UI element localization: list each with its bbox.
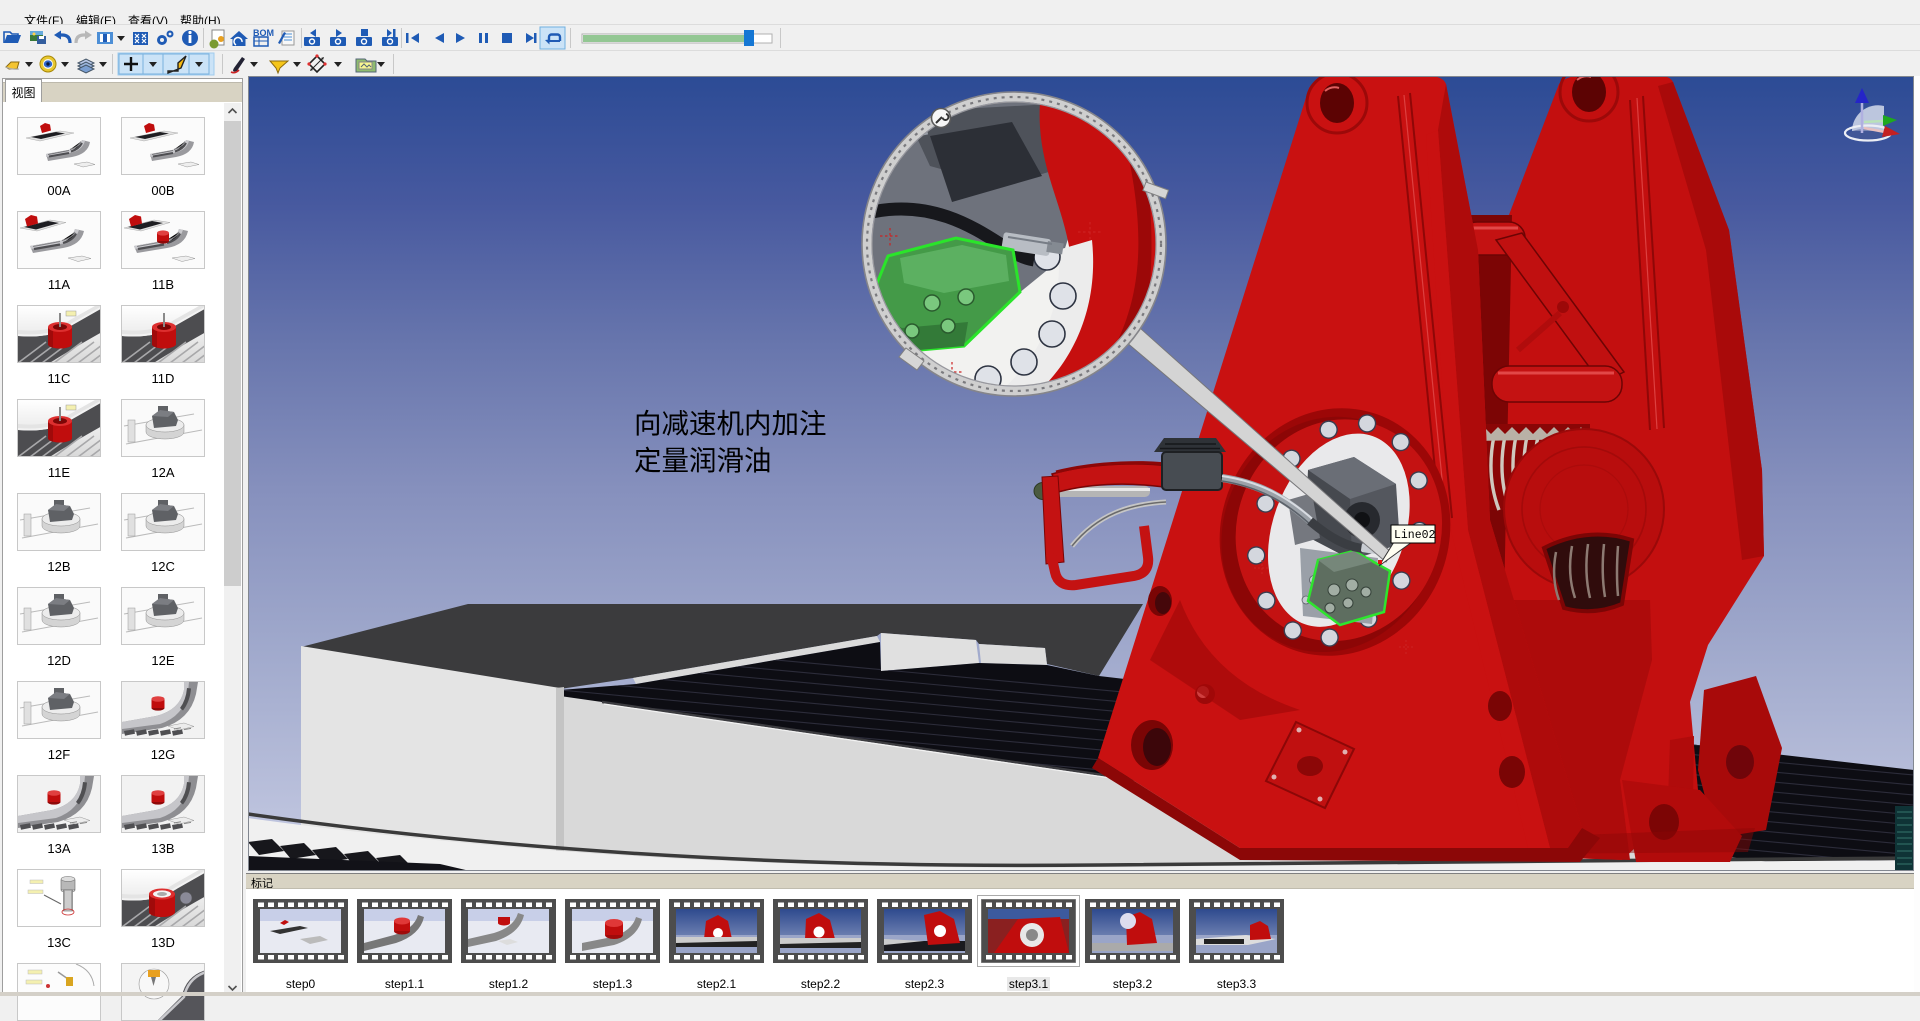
svg-text:Line02: Line02 <box>1394 529 1436 542</box>
svg-text:向减速机内加注: 向减速机内加注 <box>634 408 827 439</box>
svg-text:定量润滑油: 定量润滑油 <box>634 445 772 476</box>
